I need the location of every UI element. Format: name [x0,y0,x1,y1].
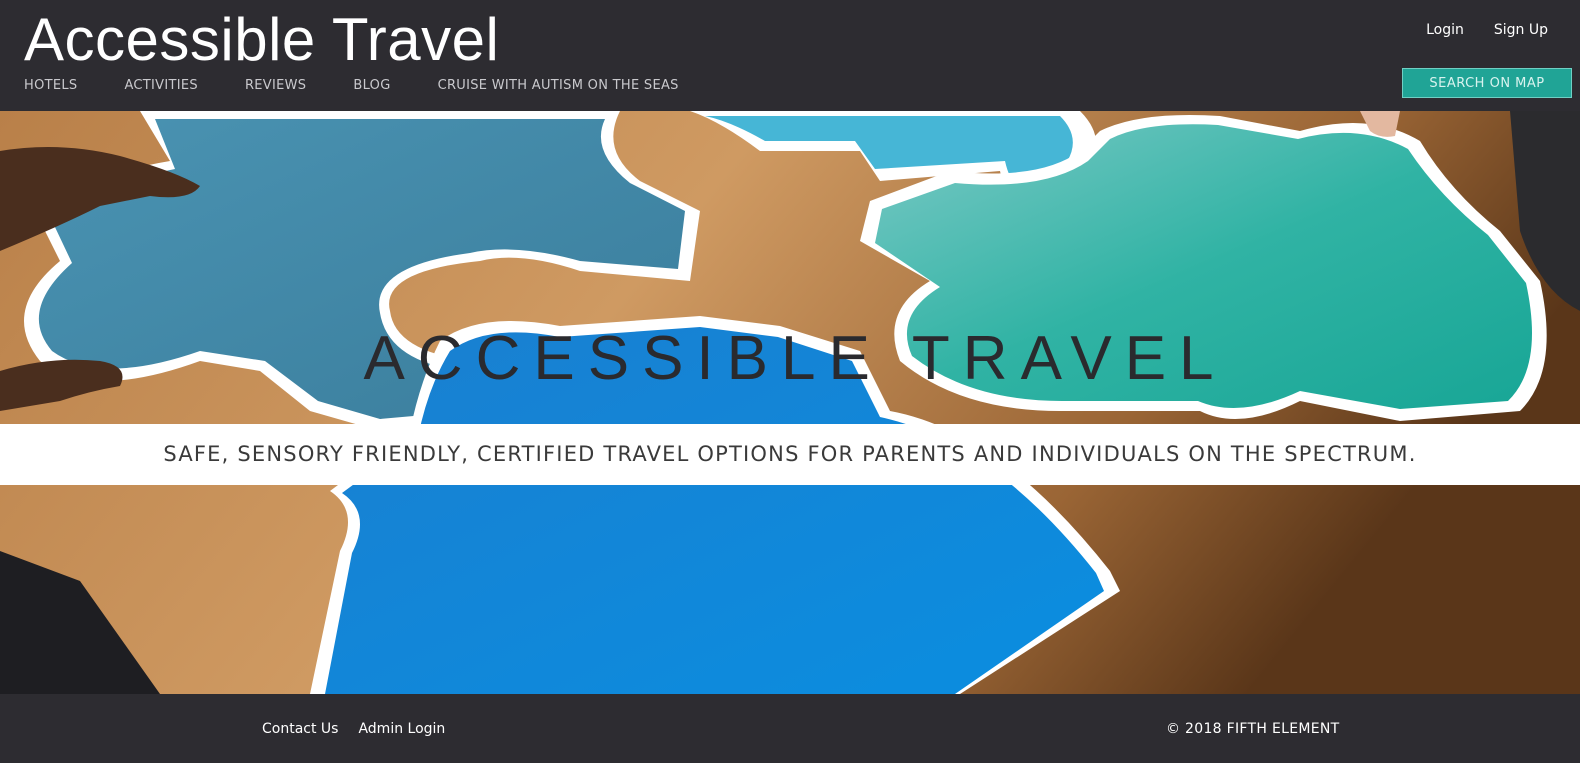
nav-item-reviews[interactable]: REVIEWS [245,77,306,95]
search-on-map-button[interactable]: SEARCH ON MAP [1402,68,1572,98]
admin-login-link[interactable]: Admin Login [358,720,445,738]
tagline-band: SAFE, SENSORY FRIENDLY, CERTIFIED TRAVEL… [0,424,1580,485]
hero-tagline: SAFE, SENSORY FRIENDLY, CERTIFIED TRAVEL… [163,442,1417,466]
footer-links: Contact Us Admin Login [262,720,465,738]
copyright-text: © 2018 FIFTH ELEMENT [1166,721,1340,737]
nav-item-hotels[interactable]: HOTELS [24,77,77,95]
nav-item-activities[interactable]: ACTIVITIES [124,77,197,95]
site-footer: Contact Us Admin Login © 2018 FIFTH ELEM… [0,694,1580,763]
hero-title: ACCESSIBLE TRAVEL [363,324,1227,393]
site-header: Accessible Travel HOTELS ACTIVITIES REVI… [0,0,1580,111]
hero-puzzle-image [0,111,1580,694]
nav-item-blog[interactable]: BLOG [353,77,390,95]
auth-links: Login Sign Up [1396,21,1548,39]
hero-banner: ACCESSIBLE TRAVEL SAFE, SENSORY FRIENDLY… [0,111,1580,694]
main-nav: HOTELS ACTIVITIES REVIEWS BLOG CRUISE WI… [24,77,726,95]
contact-us-link[interactable]: Contact Us [262,720,338,738]
site-title[interactable]: Accessible Travel [24,6,499,74]
nav-item-cruise[interactable]: CRUISE WITH AUTISM ON THE SEAS [438,77,679,95]
signup-link[interactable]: Sign Up [1494,21,1548,39]
login-link[interactable]: Login [1426,21,1464,39]
